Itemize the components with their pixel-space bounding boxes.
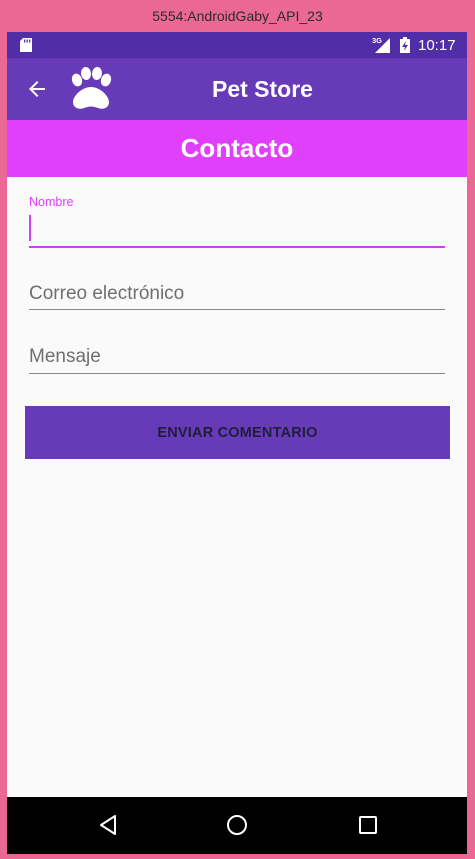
nav-back-icon[interactable] — [96, 813, 120, 837]
signal-3g-icon: 3G — [372, 36, 390, 53]
status-bar: 3G 10:17 — [7, 32, 467, 58]
name-field-label: Nombre — [29, 195, 74, 209]
device-screen: 3G 10:17 Pet Store Contacto Nombre Corre… — [7, 32, 467, 854]
paw-icon — [71, 67, 112, 109]
email-field — [29, 279, 445, 310]
message-input[interactable] — [29, 341, 445, 373]
section-title: Contacto — [180, 133, 294, 163]
sd-card-icon — [20, 38, 32, 52]
status-time: 10:17 — [418, 37, 456, 54]
app-toolbar: Pet Store — [7, 58, 467, 120]
message-input-underline — [29, 373, 445, 374]
email-input[interactable] — [29, 279, 445, 309]
send-comment-button[interactable]: ENVIAR COMENTARIO — [25, 406, 450, 459]
network-type-label: 3G — [372, 36, 382, 45]
name-field: Nombre — [29, 195, 445, 248]
text-caret — [29, 215, 31, 241]
name-input[interactable] — [29, 211, 445, 246]
app-title: Pet Store — [212, 76, 313, 102]
message-field — [29, 341, 445, 374]
navigation-bar — [7, 797, 467, 854]
email-input-underline — [29, 309, 445, 310]
section-header: Contacto — [7, 120, 467, 177]
arrow-back-icon[interactable] — [25, 77, 49, 101]
name-input-underline — [29, 246, 445, 248]
window-titlebar: 5554:AndroidGaby_API_23 — [0, 0, 475, 32]
nav-recent-apps-icon[interactable] — [357, 814, 379, 836]
window-title: 5554:AndroidGaby_API_23 — [152, 8, 323, 24]
nav-home-icon[interactable] — [225, 813, 249, 837]
battery-icon — [400, 37, 410, 53]
